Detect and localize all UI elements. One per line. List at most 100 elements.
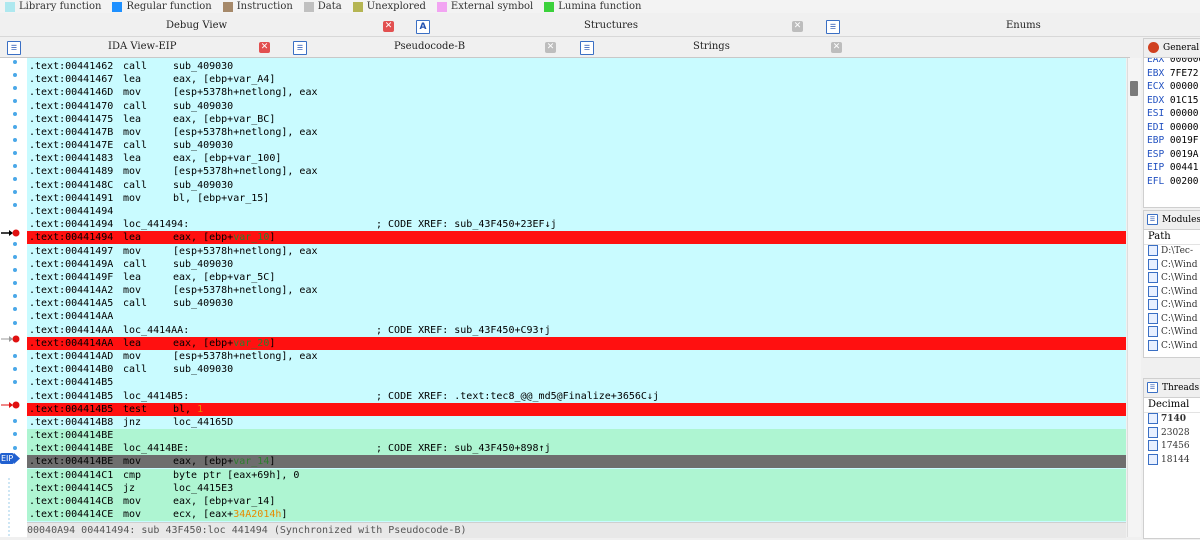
code-line[interactable]: .text:00441494 lea eax, [ebp+var_10] [27, 231, 1126, 245]
disassembly-scrollbar[interactable] [1127, 58, 1141, 537]
code-operand[interactable]: [esp+5378h+netlong], eax [173, 350, 318, 363]
module-row[interactable]: C:\Wind [1144, 312, 1200, 327]
disassembly-view[interactable]: .text:00441462 call sub_409030 .text:004414… [27, 58, 1126, 522]
code-operand[interactable]: ecx, [eax+34A2014h] [173, 508, 287, 521]
breakpoint-gutter[interactable]: EIP [0, 58, 27, 537]
code-label[interactable]: loc_4414B5: [123, 390, 189, 403]
code-operand[interactable]: loc_4415E3 [173, 482, 233, 495]
code-operand[interactable]: [esp+5378h+netlong], eax [173, 86, 318, 99]
code-operand[interactable]: bl, 1 [173, 403, 203, 416]
register-row[interactable]: EDX 01C15 [1144, 94, 1200, 108]
module-row[interactable]: D:\Tec- [1144, 245, 1200, 259]
close-ida-view-icon[interactable]: ✕ [259, 42, 270, 53]
close-debug-view-icon[interactable]: ✕ [383, 21, 394, 32]
code-line[interactable]: .text:00441491 mov bl, [ebp+var_15] [27, 192, 1126, 205]
tab-ida-view[interactable]: IDA View-EIP [108, 41, 176, 52]
code-operand[interactable]: eax, [ebp+var_A4] [173, 73, 275, 86]
code-line[interactable]: .text:004414B0 call sub_409030 [27, 363, 1126, 376]
code-line[interactable]: .text:00441489 mov [esp+5378h+netlong], ea… [27, 165, 1126, 178]
module-row[interactable]: C:\Wind [1144, 299, 1200, 313]
close-pseudocode-icon[interactable]: ✕ [545, 42, 556, 53]
code-line[interactable]: .text:004414C1 cmp byte ptr [eax+69h], 0 [27, 468, 1126, 482]
code-comment[interactable]: ; CODE XREF: sub_43F450+898↑j [376, 442, 551, 455]
code-line[interactable]: .text:00441494 loc_441494: ; CODE XREF: su… [27, 218, 1126, 231]
code-line[interactable]: .text:004414BE [27, 429, 1126, 443]
code-line[interactable]: .text:00441483 lea eax, [ebp+var_100] [27, 152, 1126, 165]
code-line[interactable]: .text:004414AA [27, 310, 1126, 323]
code-line[interactable]: .text:004414A5 call sub_409030 [27, 297, 1126, 310]
code-line[interactable]: .text:00441497 mov [esp+5378h+netlong], ea… [27, 245, 1126, 258]
code-line[interactable]: .text:004414B5 test bl, 1 [27, 402, 1126, 416]
code-operand[interactable]: sub_409030 [173, 363, 233, 376]
code-operand[interactable]: eax, [ebp+var_14] [173, 455, 275, 468]
register-row[interactable]: EBP 0019F [1144, 134, 1200, 148]
tab-enums[interactable]: Enums [1006, 20, 1041, 31]
code-operand[interactable]: eax, [ebp+var_BC] [173, 113, 275, 126]
code-operand[interactable]: [esp+5378h+netlong], eax [173, 284, 318, 297]
code-line[interactable]: .text:0044149A call sub_409030 [27, 258, 1126, 271]
close-strings-icon[interactable]: ✕ [831, 42, 842, 53]
code-line[interactable]: .text:004414BE loc_4414BE: ; CODE XREF: su… [27, 442, 1126, 456]
module-row[interactable]: C:\Wind [1144, 326, 1200, 340]
code-line[interactable]: .text:004414B8 jnz loc_44165D [27, 416, 1126, 429]
tab-structures[interactable]: Structures [584, 20, 638, 31]
scrollbar-thumb[interactable] [1130, 81, 1138, 96]
code-line[interactable]: .text:0044148C call sub_409030 [27, 179, 1126, 192]
thread-row[interactable]: 17456 [1144, 440, 1200, 454]
code-line[interactable]: .text:004414CB mov eax, [ebp+var_14] [27, 494, 1126, 508]
threads-header[interactable]: ☰ Threads [1144, 379, 1200, 398]
code-line[interactable]: .text:0044147E call sub_409030 [27, 139, 1126, 152]
code-line[interactable]: .text:0044149F lea eax, [ebp+var_5C] [27, 271, 1126, 284]
module-row[interactable]: C:\Wind [1144, 272, 1200, 286]
code-operand[interactable]: eax, [ebp+var_100] [173, 152, 281, 165]
registers-header[interactable]: General [1144, 39, 1200, 58]
code-operand[interactable]: [esp+5378h+netlong], eax [173, 165, 318, 178]
module-row[interactable]: C:\Wind [1144, 339, 1200, 354]
register-row[interactable]: EBX 7FE72 [1144, 67, 1200, 81]
code-comment[interactable]: ; CODE XREF: sub_43F450+C93↑j [376, 324, 551, 337]
code-line[interactable]: .text:00441467 lea eax, [ebp+var_A4] [27, 73, 1126, 86]
code-operand[interactable]: sub_409030 [173, 258, 233, 271]
code-line[interactable]: .text:004414A2 mov [esp+5378h+netlong], ea… [27, 284, 1126, 297]
close-structures-icon[interactable]: ✕ [792, 21, 803, 32]
code-line[interactable]: .text:00441494 [27, 205, 1126, 218]
tab-strings[interactable]: Strings [693, 41, 730, 52]
register-row[interactable]: ESP 0019A [1144, 148, 1200, 162]
thread-row[interactable]: 18144 [1144, 453, 1200, 468]
code-operand[interactable]: [esp+5378h+netlong], eax [173, 126, 318, 139]
code-line[interactable]: .text:004414AA loc_4414AA: ; CODE XREF: su… [27, 324, 1126, 337]
code-line[interactable]: .text:004414C5 jz loc_4415E3 [27, 481, 1126, 495]
code-line[interactable]: .text:00441475 lea eax, [ebp+var_BC] [27, 113, 1126, 126]
tab-debug-view[interactable]: Debug View [166, 20, 227, 31]
modules-path-header[interactable]: Path [1144, 230, 1200, 245]
modules-header[interactable]: ☰ Modules [1144, 211, 1200, 230]
code-operand[interactable]: sub_409030 [173, 139, 233, 152]
code-line[interactable]: .text:004414AD mov [esp+5378h+netlong], ea… [27, 350, 1126, 363]
register-row[interactable]: EIP 00441 [1144, 161, 1200, 175]
register-row[interactable]: ESI 00000 [1144, 107, 1200, 121]
code-operand[interactable]: eax, [ebp+var_20] [173, 337, 275, 350]
tab-pseudocode[interactable]: Pseudocode-B [394, 41, 465, 52]
code-operand[interactable]: sub_409030 [173, 297, 233, 310]
code-label[interactable]: loc_4414AA: [123, 324, 189, 337]
code-comment[interactable]: ; CODE XREF: sub_43F450+23EF↓j [376, 218, 557, 231]
code-line[interactable]: .text:00441462 call sub_409030 [27, 60, 1126, 73]
code-line[interactable]: .text:004414B5 loc_4414B5: ; CODE XREF: .t… [27, 390, 1126, 403]
code-operand[interactable]: sub_409030 [173, 60, 233, 73]
code-operand[interactable]: [esp+5378h+netlong], eax [173, 245, 318, 258]
code-line[interactable]: .text:00441470 call sub_409030 [27, 100, 1126, 113]
code-operand[interactable]: bl, [ebp+var_15] [173, 192, 269, 205]
code-line[interactable]: .text:0044146D mov [esp+5378h+netlong], ea… [27, 86, 1126, 99]
thread-row[interactable]: 7140 [1144, 413, 1200, 427]
register-row[interactable]: ECX 00000 [1144, 80, 1200, 94]
thread-row[interactable]: 23028 [1144, 426, 1200, 441]
code-operand[interactable]: loc_44165D [173, 416, 233, 429]
code-line[interactable]: .text:004414B5 [27, 376, 1126, 389]
code-operand[interactable]: eax, [ebp+var_10] [173, 231, 275, 244]
threads-decimal-header[interactable]: Decimal [1144, 398, 1200, 413]
code-line[interactable]: .text:004414AA lea eax, [ebp+var_20] [27, 336, 1126, 350]
register-row[interactable]: EDI 00000 [1144, 121, 1200, 135]
code-line[interactable]: .text:004414BE mov eax, [ebp+var_14] [27, 455, 1126, 469]
code-operand[interactable]: sub_409030 [173, 100, 233, 113]
code-comment[interactable]: ; CODE XREF: .text:tec8_@@_md5@Finalize+… [376, 390, 659, 403]
